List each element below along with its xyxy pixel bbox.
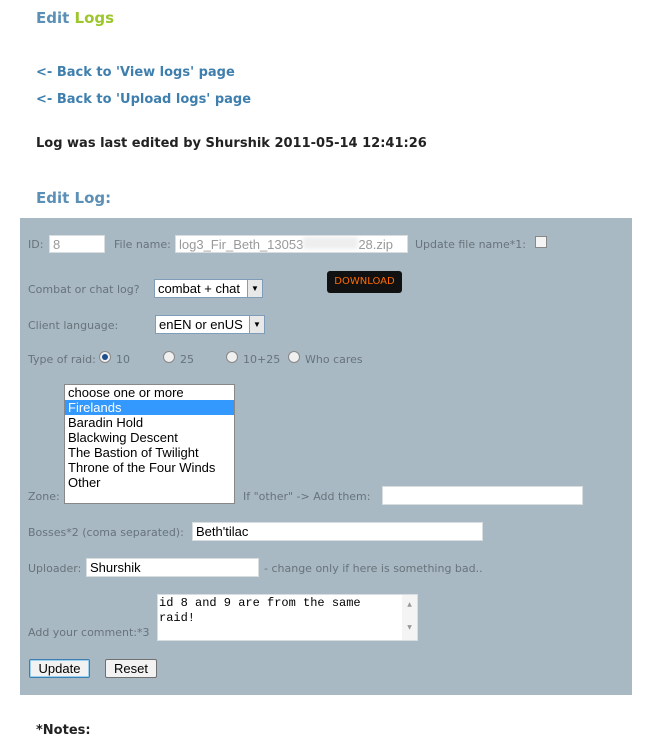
download-button[interactable]: DOWNLOAD bbox=[327, 271, 402, 293]
redacted-blur bbox=[303, 237, 359, 249]
zone-option[interactable]: Throne of the Four Winds bbox=[65, 460, 234, 475]
language-select[interactable]: enEN or enUS ▼ bbox=[155, 315, 265, 334]
chevron-down-icon: ▼ bbox=[247, 280, 262, 297]
uploader-field[interactable]: Shurshik bbox=[86, 558, 259, 577]
zone-option[interactable]: The Bastion of Twilight bbox=[65, 445, 234, 460]
zone-label: Zone: bbox=[28, 490, 60, 503]
zone-option[interactable]: Baradin Hold bbox=[65, 415, 234, 430]
title-edit: Edit bbox=[36, 9, 70, 27]
comment-label: Add your comment:*3 bbox=[28, 626, 150, 639]
filename-label: File name: bbox=[114, 238, 171, 251]
comment-text: id 8 and 9 are from the same raid! bbox=[159, 596, 361, 625]
update-filename-checkbox[interactable] bbox=[535, 236, 547, 248]
last-edited-text: Log was last edited by Shurshik 2011-05-… bbox=[36, 136, 427, 151]
scrollbar[interactable]: ▲ ▼ bbox=[402, 595, 417, 640]
update-button[interactable]: Update bbox=[29, 659, 90, 678]
raid-radio-who-cares[interactable] bbox=[288, 351, 300, 363]
id-label: ID: bbox=[28, 238, 44, 251]
bosses-label: Bosses*2 (coma separated): bbox=[28, 526, 184, 539]
logtype-label: Combat or chat log? bbox=[28, 283, 140, 296]
chevron-down-icon: ▼ bbox=[249, 316, 264, 333]
logtype-select[interactable]: combat + chat ▼ bbox=[154, 279, 263, 298]
raid-option-label: Who cares bbox=[305, 353, 363, 366]
page-title: Edit Logs bbox=[36, 9, 114, 27]
raid-radio-10-25[interactable] bbox=[226, 351, 238, 363]
back-to-upload-logs-link[interactable]: <- Back to 'Upload logs' page bbox=[36, 92, 251, 107]
logtype-value: combat + chat bbox=[158, 281, 241, 296]
bosses-field[interactable]: Beth'tilac bbox=[192, 522, 483, 541]
update-filename-label: Update file name*1: bbox=[415, 238, 526, 251]
uploader-label: Uploader: bbox=[28, 562, 82, 575]
language-label: Client language: bbox=[28, 319, 119, 332]
comment-textarea[interactable]: id 8 and 9 are from the same raid! ▲ ▼ bbox=[157, 594, 418, 641]
other-zone-field[interactable] bbox=[382, 486, 583, 505]
raid-option-label: 10 bbox=[116, 353, 130, 366]
zone-option[interactable]: Firelands bbox=[65, 400, 234, 415]
id-field[interactable]: 8 bbox=[49, 235, 105, 253]
filename-field[interactable]: log3_Fir_Beth_13053 28.zip bbox=[175, 235, 408, 253]
raid-radio-10[interactable] bbox=[99, 351, 111, 363]
raid-label: Type of raid: bbox=[28, 353, 96, 366]
raid-option-label: 10+25 bbox=[243, 353, 281, 366]
zone-listbox[interactable]: choose one or more Firelands Baradin Hol… bbox=[64, 384, 235, 504]
raid-option-label: 25 bbox=[180, 353, 194, 366]
notes-title: *Notes: bbox=[36, 723, 91, 738]
back-to-view-logs-link[interactable]: <- Back to 'View logs' page bbox=[36, 65, 235, 80]
zone-option[interactable]: Blackwing Descent bbox=[65, 430, 234, 445]
uploader-note: - change only if here is something bad.. bbox=[264, 562, 483, 575]
filename-end: 28.zip bbox=[358, 237, 394, 252]
reset-button[interactable]: Reset bbox=[105, 659, 157, 678]
language-value: enEN or enUS bbox=[159, 317, 243, 332]
filename-start: log3_Fir_Beth_13053 bbox=[179, 237, 304, 252]
title-logs: Logs bbox=[74, 9, 115, 27]
other-zone-label: If "other" -> Add them: bbox=[243, 490, 371, 503]
zone-option[interactable]: choose one or more bbox=[65, 385, 234, 400]
raid-radio-25[interactable] bbox=[163, 351, 175, 363]
section-title: Edit Log: bbox=[36, 189, 112, 207]
zone-option[interactable]: Other bbox=[65, 475, 234, 490]
